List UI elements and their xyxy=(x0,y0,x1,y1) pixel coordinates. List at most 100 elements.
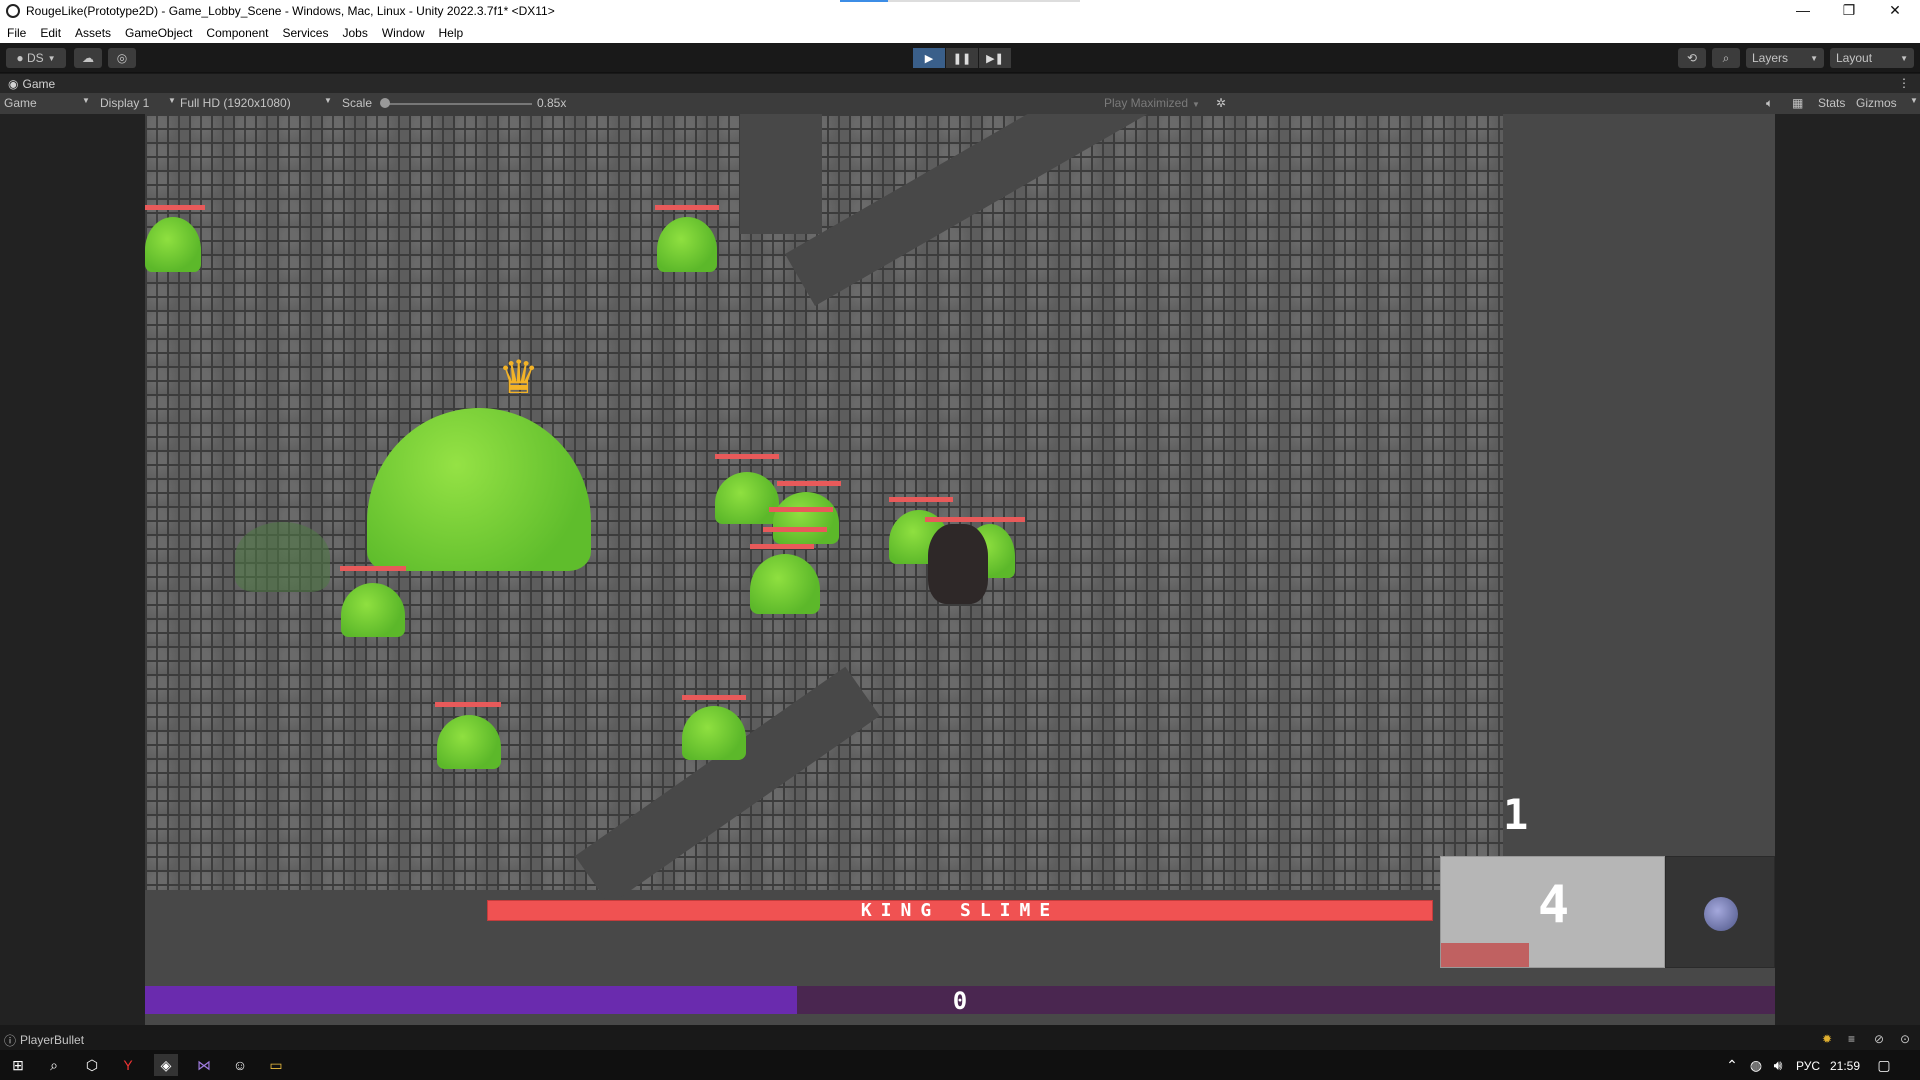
scale-label: Scale xyxy=(342,96,373,110)
account-icon: ● xyxy=(16,51,27,65)
cloud-icon[interactable]: ☁ xyxy=(74,48,102,68)
window-title-bar: RougeLike(Prototype2D) - Game_Lobby_Scen… xyxy=(0,0,1920,22)
stats-grid-icon[interactable]: ▦ xyxy=(1792,96,1803,110)
enemy-health-bar xyxy=(655,205,719,210)
enemy-health-bar xyxy=(750,544,814,549)
display-dropdown[interactable]: Display 1 ▼ xyxy=(100,96,176,110)
enemy-health-bar xyxy=(435,702,501,707)
xp-value: 0 xyxy=(952,987,968,1015)
enemy-health-bar xyxy=(340,566,406,571)
enemy-health-bar xyxy=(145,205,205,210)
layout-dropdown[interactable]: Layout ▼ xyxy=(1830,48,1914,68)
main-toolbar: ● DS ▼ ☁ ◎ ▶ ❚❚ ▶❚ ⟲ ⌕ Layers ▼ Layout ▼ xyxy=(0,43,1920,73)
file-explorer-icon[interactable]: ▭ xyxy=(264,1054,288,1076)
chevron-down-icon: ▼ xyxy=(324,96,332,105)
resolution-dropdown[interactable]: Full HD (1920x1080) ▼ xyxy=(180,96,332,110)
visual-studio-icon[interactable]: ⋈ xyxy=(192,1054,216,1076)
stats-button[interactable]: Stats xyxy=(1818,96,1845,110)
resolution-label: Full HD (1920x1080) xyxy=(180,96,291,110)
menu-assets[interactable]: Assets xyxy=(68,26,118,40)
menu-component[interactable]: Component xyxy=(199,26,275,40)
search-icon[interactable]: ⌕ xyxy=(1712,48,1740,68)
wall-block xyxy=(740,114,822,234)
layers-label: Layers xyxy=(1752,51,1789,65)
chevron-down-icon: ▼ xyxy=(47,53,56,63)
more-options-icon[interactable]: ⋮ xyxy=(1898,76,1910,90)
notifications-icon[interactable]: ▢ xyxy=(1872,1054,1896,1076)
view-mode-label: Game xyxy=(4,96,37,110)
search-icon[interactable]: ⌕ xyxy=(42,1054,66,1076)
enemy-health-bar xyxy=(777,481,841,486)
bug-icon[interactable]: ✲ xyxy=(1216,96,1226,110)
unity-hub-icon[interactable]: ⬡ xyxy=(80,1054,104,1076)
close-button[interactable]: ✕ xyxy=(1872,0,1918,22)
view-mode-dropdown[interactable]: Game ▼ xyxy=(4,96,90,110)
game-view: ♛ 1 KING SLIME 4 0 xyxy=(0,114,1920,1025)
gamepad-icon: ◉ xyxy=(8,76,19,91)
play-button[interactable]: ▶ xyxy=(913,48,945,68)
tab-game-label: Game xyxy=(22,76,56,91)
language-indicator[interactable]: РУС xyxy=(1796,1059,1820,1073)
weapon-slot xyxy=(1665,856,1775,968)
scale-slider-handle[interactable] xyxy=(380,98,390,108)
enemy-health-bar xyxy=(715,454,779,459)
player-character xyxy=(928,524,988,604)
play-maximized-label: Play Maximized xyxy=(1104,96,1189,110)
chevron-down-icon: ▼ xyxy=(1900,53,1908,63)
chevron-down-icon: ▼ xyxy=(1192,100,1200,109)
clock[interactable]: 21:59 xyxy=(1830,1059,1860,1073)
audio-icon[interactable]: 🔈︎ xyxy=(1766,96,1773,111)
account-button[interactable]: ● DS ▼ xyxy=(6,48,66,68)
tray-overflow-icon[interactable]: ⌃ xyxy=(1720,1054,1744,1076)
game-canvas[interactable]: ♛ 1 KING SLIME 4 0 xyxy=(145,114,1775,1025)
unity-logo-icon xyxy=(6,4,20,18)
unity-editor-icon[interactable]: ◈ xyxy=(154,1054,178,1076)
status-bar: ⓘ PlayerBullet ✹ ≡ ⊘ ⊙ xyxy=(0,1030,1920,1050)
collab-icon[interactable]: ◎ xyxy=(108,48,136,68)
gizmos-button[interactable]: Gizmos xyxy=(1856,96,1897,110)
pause-button[interactable]: ❚❚ xyxy=(946,48,978,68)
menu-window[interactable]: Window xyxy=(375,26,432,40)
layout-label: Layout xyxy=(1836,51,1873,65)
ammo-count: 4 xyxy=(1537,875,1570,935)
discord-icon[interactable]: ☺ xyxy=(228,1054,252,1076)
network-globe-icon[interactable]: ◍ xyxy=(1744,1054,1768,1076)
xp-bar-fill xyxy=(145,986,797,1014)
yandex-browser-icon[interactable]: Y xyxy=(116,1054,140,1076)
tab-game[interactable]: ◉ Game xyxy=(0,74,63,93)
chevron-down-icon[interactable]: ▼ xyxy=(1910,96,1918,105)
menu-jobs[interactable]: Jobs xyxy=(335,26,374,40)
account-label: DS xyxy=(27,51,44,65)
step-button[interactable]: ▶❚ xyxy=(979,48,1011,68)
settings-icon[interactable]: ⊙ xyxy=(1900,1032,1910,1046)
enemy-health-bar xyxy=(763,527,827,532)
enemy-health-bar xyxy=(925,517,1025,522)
display-label: Display 1 xyxy=(100,96,150,110)
title-progress-indicator xyxy=(840,0,1080,2)
menu-help[interactable]: Help xyxy=(432,26,471,40)
enemy-health-bar xyxy=(889,497,953,502)
chevron-down-icon: ▼ xyxy=(1810,53,1818,63)
layers-dropdown[interactable]: Layers ▼ xyxy=(1746,48,1824,68)
menu-file[interactable]: File xyxy=(0,26,33,40)
ammo-panel: 4 xyxy=(1440,856,1665,968)
menu-gameobject[interactable]: GameObject xyxy=(118,26,199,40)
layers-stack-icon[interactable]: ≡ xyxy=(1848,1032,1855,1046)
windows-start-icon[interactable]: ⊞ xyxy=(6,1054,30,1076)
chevron-down-icon: ▼ xyxy=(168,96,176,105)
level-number: 1 xyxy=(1503,790,1529,839)
enemy-health-bar xyxy=(769,507,833,512)
playmode-controls: ▶ ❚❚ ▶❚ xyxy=(913,48,1012,68)
minimize-button[interactable]: — xyxy=(1780,0,1826,22)
maximize-button[interactable]: ❐ xyxy=(1826,0,1872,22)
network-icon[interactable]: ⊘ xyxy=(1874,1032,1884,1046)
history-icon[interactable]: ⟲ xyxy=(1678,48,1706,68)
play-maximized-dropdown[interactable]: Play Maximized ▼ xyxy=(1104,96,1200,110)
menu-edit[interactable]: Edit xyxy=(33,26,68,40)
status-message[interactable]: PlayerBullet xyxy=(20,1033,84,1047)
chevron-down-icon: ▼ xyxy=(82,96,90,105)
lighting-icon[interactable]: ✹ xyxy=(1822,1032,1832,1046)
scale-slider[interactable] xyxy=(384,103,532,105)
menu-services[interactable]: Services xyxy=(275,26,335,40)
volume-icon[interactable]: 🔊︎ xyxy=(1766,1054,1790,1076)
